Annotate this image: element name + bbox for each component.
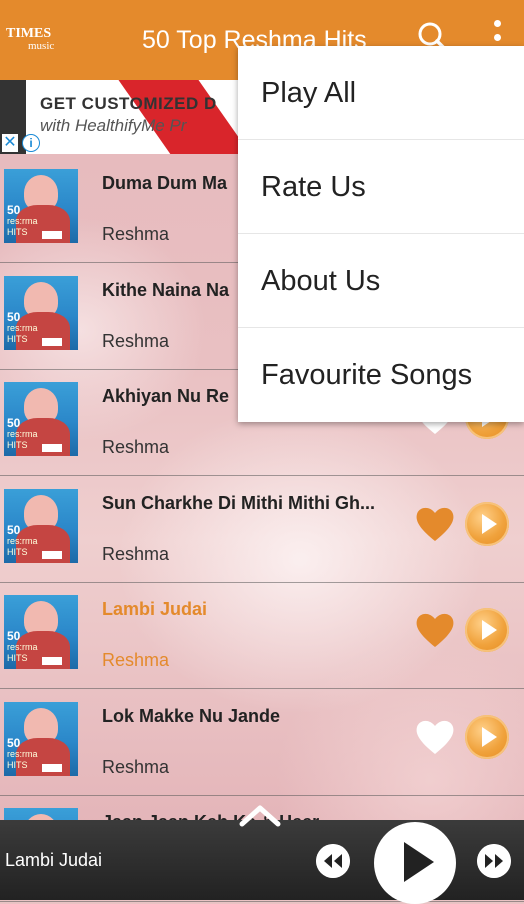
song-title: Lambi Judai [102,599,208,619]
rewind-icon[interactable] [316,844,350,878]
play-pause-button[interactable] [374,822,456,904]
album-tag [42,763,62,772]
ad-headline: GET CUSTOMIZED D [40,94,217,113]
album-thumb-text: 50res:rmaHITS [7,203,38,238]
play-song-button[interactable] [465,608,509,652]
album-thumb-line-3: HITS [7,759,28,770]
album-thumb-line-1: 50 [7,522,21,537]
album-thumb-line-1: 50 [7,309,21,324]
album-thumb-line-2: res:rma [7,642,38,652]
album-thumb-line-2: res:rma [7,535,38,546]
album-thumb-text: 50res:rmaHITS [7,416,38,451]
album-thumb-line-1: 50 [7,629,21,643]
song-artist: Reshma [102,330,170,351]
overflow-menu: Play All Rate Us About Us Favourite Song… [238,46,524,422]
song-artist: Reshma [102,756,170,777]
menu-item-play-all[interactable]: Play All [238,46,524,140]
album-tag [42,444,62,452]
album-thumb-text: 50res:rmaHITS [7,735,38,771]
album-thumbnail: 50res:rmaHITS [4,169,78,243]
album-thumb-line-2: res:rma [7,429,38,439]
favourite-heart-icon[interactable] [414,717,456,757]
play-song-button[interactable] [465,501,509,546]
menu-item-rate-us[interactable]: Rate Us [238,140,524,234]
favourite-heart-icon[interactable] [414,504,456,544]
album-tag [42,337,62,346]
ad-close-icon[interactable]: ✕ [2,134,18,152]
album-thumb-line-2: res:rma [7,748,38,759]
now-playing-title: Lambi Judai [5,850,103,870]
album-thumbnail: 50res:rmaHITS [4,488,78,563]
album-thumb-line-3: HITS [7,546,28,557]
album-thumbnail: 50res:rmaHITS [4,275,78,350]
song-artist: Reshma [102,437,170,457]
times-music-logo: TIMES music [6,26,66,53]
song-artist: Reshma [102,224,170,244]
song-title: Lok Makke Nu Jande [102,705,281,726]
song-title: Kithe Naina Na [102,279,230,300]
logo-line-1: TIMES [6,26,52,41]
ad-info-icon[interactable]: i [22,134,40,152]
album-thumb-text: 50res:rmaHITS [7,309,38,345]
song-row[interactable]: 50 res:rma HITS Sun Charkhe Di Mithi Mithi … [0,476,524,583]
album-tag [42,550,62,559]
menu-item-favourite-songs[interactable]: Favourite Songs [238,328,524,422]
song-title: Akhiyan Nu Re [102,386,230,406]
album-thumb-line-3: HITS [7,440,28,450]
album-thumb-line-3: HITS [7,653,28,663]
menu-item-about-us[interactable]: About Us [238,234,524,328]
album-thumb-line-2: res:rma [7,216,38,226]
logo-line-2: music [28,40,55,52]
album-thumb-line-2: res:rma [7,322,38,333]
song-row[interactable]: 50 res:rma HITS Lok Makke Nu Jande Reshma [0,689,524,796]
album-thumbnail: 50res:rmaHITS [4,382,78,456]
chevron-up-icon[interactable] [238,800,282,830]
album-thumb-text: 50res:rmaHITS [7,522,38,558]
play-song-button[interactable] [465,714,509,759]
album-tag [42,231,62,239]
song-title: Sun Charkhe Di Mithi Mithi Gh... [102,492,375,513]
fast-forward-icon[interactable] [477,844,511,878]
favourite-heart-icon[interactable] [414,610,456,650]
song-artist: Reshma [102,650,170,670]
album-thumb-line-1: 50 [7,416,21,430]
album-thumb-line-3: HITS [7,227,28,237]
album-thumbnail: 50res:rmaHITS [4,595,78,669]
song-title: Duma Dum Ma [102,173,228,193]
song-row[interactable]: 50 res:rma HITS Lambi Judai Reshma [0,582,524,689]
album-thumb-line-1: 50 [7,203,21,217]
album-thumb-line-3: HITS [7,333,28,344]
ad-subline: with HealthifyMe Pr [40,116,187,135]
album-tag [42,657,62,665]
album-thumbnail: 50res:rmaHITS [4,701,78,776]
song-artist: Reshma [102,543,170,564]
album-thumb-line-1: 50 [7,735,21,750]
album-thumb-text: 50res:rmaHITS [7,629,38,664]
